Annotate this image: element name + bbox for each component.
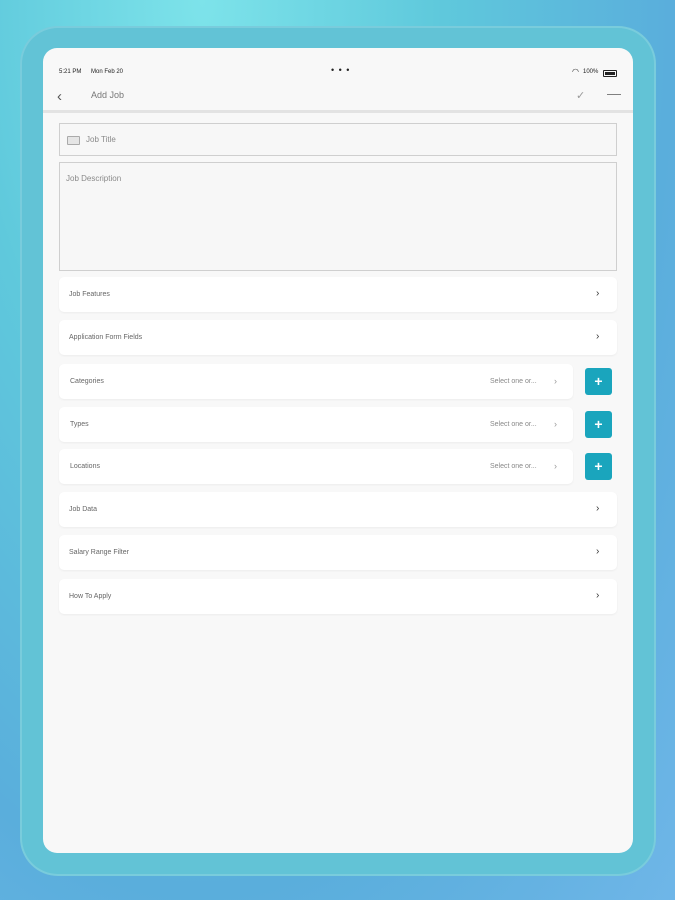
- application-form-fields-row[interactable]: Application Form Fields ›: [59, 320, 617, 355]
- categories-select-value: Select one or...: [490, 378, 537, 385]
- job-features-row[interactable]: Job Features ›: [59, 277, 617, 312]
- chevron-right-icon: ›: [596, 590, 600, 601]
- application-form-fields-label: Application Form Fields: [69, 334, 143, 341]
- menu-icon[interactable]: —: [607, 85, 621, 101]
- add-type-button[interactable]: +: [585, 411, 612, 438]
- multitask-dots[interactable]: • • •: [331, 65, 350, 75]
- job-features-label: Job Features: [69, 291, 110, 298]
- salary-range-filter-row[interactable]: Salary Range Filter ›: [59, 535, 617, 570]
- chevron-right-icon: ›: [596, 288, 600, 299]
- keyboard-icon: [67, 136, 80, 145]
- types-row[interactable]: Types Select one or... ›: [59, 407, 573, 442]
- locations-row[interactable]: Locations Select one or... ›: [59, 449, 573, 484]
- how-to-apply-label: How To Apply: [69, 593, 112, 600]
- save-check-icon[interactable]: ✓: [576, 89, 585, 102]
- job-title-placeholder: Job Title: [86, 135, 116, 144]
- categories-label: Categories: [70, 378, 104, 385]
- job-description-placeholder: Job Description: [66, 174, 122, 183]
- wifi-icon: ◠: [572, 67, 579, 76]
- app-screen: 5:21 PM Mon Feb 20 • • • ◠ 100% ‹ Add Jo…: [43, 48, 633, 853]
- job-data-row[interactable]: Job Data ›: [59, 492, 617, 527]
- types-label: Types: [70, 421, 89, 428]
- status-time: 5:21 PM: [59, 69, 82, 75]
- page-title: Add Job: [91, 90, 125, 100]
- chevron-right-icon: ›: [554, 376, 557, 386]
- back-icon[interactable]: ‹: [57, 89, 62, 104]
- chevron-right-icon: ›: [596, 331, 600, 342]
- locations-label: Locations: [70, 463, 100, 470]
- chevron-right-icon: ›: [554, 419, 557, 429]
- nav-divider: [43, 110, 633, 113]
- add-category-button[interactable]: +: [585, 368, 612, 395]
- status-date: Mon Feb 20: [91, 69, 124, 75]
- chevron-right-icon: ›: [596, 546, 600, 557]
- locations-select-value: Select one or...: [490, 463, 537, 470]
- chevron-right-icon: ›: [596, 503, 600, 514]
- categories-row[interactable]: Categories Select one or... ›: [59, 364, 573, 399]
- status-bar: 5:21 PM Mon Feb 20 • • • ◠ 100%: [43, 48, 633, 77]
- nav-bar: ‹ Add Job ✓ —: [43, 85, 633, 110]
- how-to-apply-row[interactable]: How To Apply ›: [59, 579, 617, 614]
- job-title-field[interactable]: Job Title: [59, 123, 617, 156]
- battery-icon: [603, 70, 617, 77]
- job-description-field[interactable]: Job Description: [59, 162, 617, 271]
- chevron-right-icon: ›: [554, 461, 557, 471]
- types-select-value: Select one or...: [490, 421, 537, 428]
- add-location-button[interactable]: +: [585, 453, 612, 480]
- job-data-label: Job Data: [69, 506, 98, 513]
- salary-range-filter-label: Salary Range Filter: [69, 549, 129, 556]
- battery-percent: 100%: [583, 69, 599, 75]
